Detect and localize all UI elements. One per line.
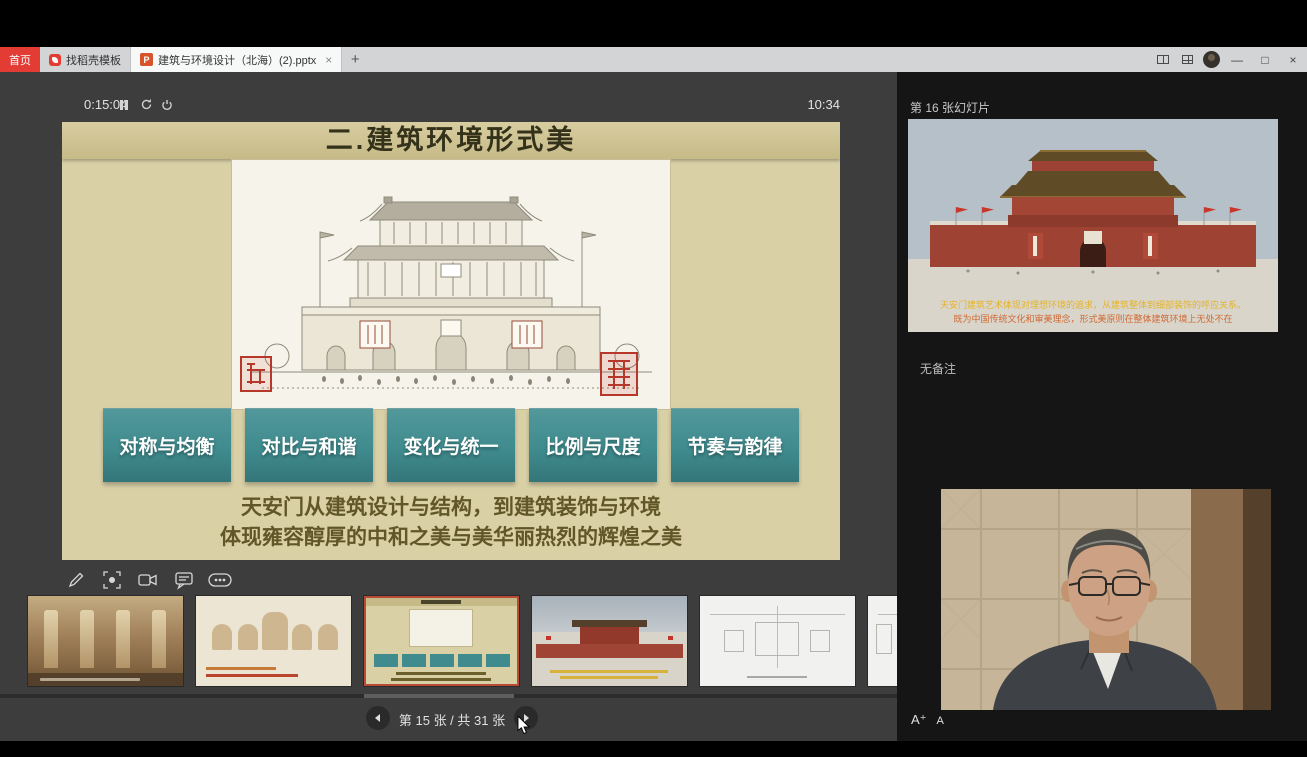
thumb-art xyxy=(212,624,232,650)
thumb-art xyxy=(572,620,647,627)
thumb-art xyxy=(396,672,486,675)
filmstrip-scrollbar[interactable] xyxy=(364,694,514,698)
button-contrast-harmony[interactable]: 对比与和谐 xyxy=(245,408,373,482)
thumbnail-slide-15-current[interactable] xyxy=(364,596,519,686)
minimize-button[interactable]: — xyxy=(1223,47,1251,72)
next-slide-preview[interactable]: 天安门建筑艺术体现对理想环境的追求，从建筑整体到细部装饰的呼应关系。 既为中国传… xyxy=(908,119,1278,332)
comment-icon[interactable] xyxy=(172,569,196,591)
slide-caption-line2: 体现雍容醇厚的中和之美与美华丽热烈的辉煌之美 xyxy=(62,521,840,551)
tab-docer-label: 找稻壳模板 xyxy=(66,52,121,68)
thumb-art xyxy=(876,624,892,654)
previous-slide-button[interactable] xyxy=(366,706,390,730)
thumb-art xyxy=(152,610,166,668)
thumb-art xyxy=(318,624,338,650)
pen-icon[interactable] xyxy=(64,569,88,591)
thumb-art xyxy=(238,624,258,650)
tab-document-label: 建筑与环境设计（北海）(2).pptx xyxy=(158,52,316,68)
next-slide-label: 第 16 张幻灯片 xyxy=(910,99,990,116)
slide-caption-line1: 天安门从建筑设计与结构，到建筑装饰与环境 xyxy=(62,491,840,521)
thumb-art xyxy=(878,614,897,615)
thumb-art xyxy=(391,678,491,681)
thumb-art xyxy=(724,630,744,652)
annotation-toolbar xyxy=(64,568,232,592)
account-avatar[interactable] xyxy=(1199,47,1223,72)
thumb-art xyxy=(206,667,276,670)
restart-icon[interactable] xyxy=(140,98,153,116)
tab-bar: 首页 找稻壳模板 P 建筑与环境设计（北海）(2).pptx × + — □ × xyxy=(0,47,1307,72)
maximize-button[interactable]: □ xyxy=(1251,47,1279,72)
thumb-art xyxy=(810,630,830,652)
button-proportion-scale[interactable]: 比例与尺度 xyxy=(529,408,657,482)
app-window: 首页 找稻壳模板 P 建筑与环境设计（北海）(2).pptx × + — □ ×… xyxy=(0,0,1307,757)
tab-docer-templates[interactable]: 找稻壳模板 xyxy=(40,47,131,72)
thumb-art xyxy=(206,674,298,677)
ppt-file-icon: P xyxy=(140,53,153,66)
red-seal-left xyxy=(240,356,272,397)
thumb-art xyxy=(755,622,799,656)
tabbar-spacer xyxy=(368,47,1151,72)
tab-close-icon[interactable]: × xyxy=(325,53,332,67)
thumb-art xyxy=(374,654,398,667)
thumb-art xyxy=(546,636,551,640)
new-tab-button[interactable]: + xyxy=(342,47,368,72)
thumb-art xyxy=(668,636,673,640)
button-symmetry-balance[interactable]: 对称与均衡 xyxy=(103,408,231,482)
preview-caption-line2: 既为中国传统文化和审美理念，形式美原则在整体建筑环境上无处不在 xyxy=(908,312,1278,325)
slide-title: 二.建筑环境形式美 xyxy=(62,122,840,159)
thumb-art xyxy=(747,676,807,678)
thumbnail-slide-17[interactable] xyxy=(700,596,855,686)
thumb-art xyxy=(430,654,454,667)
thumb-art xyxy=(262,612,288,650)
current-time: 10:34 xyxy=(807,97,840,112)
pause-icon[interactable] xyxy=(118,98,130,116)
thumb-art xyxy=(486,654,510,667)
filmstrip-scrollbar-track xyxy=(0,694,897,698)
thumb-art xyxy=(550,670,668,673)
current-slide: 二.建筑环境形式美 xyxy=(62,122,840,560)
apps-grid-icon[interactable] xyxy=(1175,47,1199,72)
camera-icon[interactable] xyxy=(136,569,160,591)
thumbnail-slide-14[interactable] xyxy=(196,596,351,686)
thumbnail-slide-16[interactable] xyxy=(532,596,687,686)
red-seal-right xyxy=(600,352,638,401)
thumb-art xyxy=(536,644,683,658)
home-tab[interactable]: 首页 xyxy=(0,47,40,72)
notes-font-controls: A⁺ A xyxy=(911,712,944,728)
presenter-stage: 0:15:04 10:34 二.建筑环境形式美 xyxy=(0,72,897,741)
docer-icon xyxy=(49,54,61,66)
close-button[interactable]: × xyxy=(1279,47,1307,72)
principle-buttons-row: 对称与均衡 对比与和谐 变化与统一 比例与尺度 节奏与韵律 xyxy=(103,408,799,482)
thumb-art xyxy=(116,610,130,668)
webcam-feed xyxy=(941,489,1271,710)
button-rhythm-cadence[interactable]: 节奏与韵律 xyxy=(671,408,799,482)
laser-pointer-icon[interactable] xyxy=(100,569,124,591)
slide-page-indicator: 第 15 张 / 共 31 张 xyxy=(396,710,508,729)
presenter-video xyxy=(941,489,1271,710)
thumb-art xyxy=(402,654,426,667)
thumbnail-slide-13[interactable] xyxy=(28,596,183,686)
split-view-icon[interactable] xyxy=(1151,47,1175,72)
thumbnail-slide-18[interactable] xyxy=(868,596,897,686)
notes-placeholder: 无备注 xyxy=(920,360,956,377)
button-variation-unity[interactable]: 变化与统一 xyxy=(387,408,515,482)
thumb-art xyxy=(458,654,482,667)
thumb-art xyxy=(80,610,94,668)
font-decrease-button[interactable]: A xyxy=(937,715,944,727)
preview-caption-line1: 天安门建筑艺术体现对理想环境的追求，从建筑整体到细部装饰的呼应关系。 xyxy=(908,298,1278,311)
mouse-cursor xyxy=(517,716,533,740)
thumb-art xyxy=(421,600,461,604)
more-options-icon[interactable] xyxy=(208,569,232,591)
thumb-art xyxy=(44,610,58,668)
font-increase-button[interactable]: A⁺ xyxy=(911,712,927,728)
thumb-art xyxy=(560,676,658,679)
power-icon[interactable] xyxy=(161,98,173,116)
thumb-art xyxy=(40,678,140,681)
thumb-art xyxy=(410,610,472,646)
tab-document[interactable]: P 建筑与环境设计（北海）(2).pptx × xyxy=(131,47,342,72)
tiananmen-engraving-image xyxy=(232,160,670,409)
thumb-art xyxy=(292,624,312,650)
presenter-sidebar: 第 16 张幻灯片 xyxy=(897,72,1307,741)
thumb-art xyxy=(580,627,639,644)
